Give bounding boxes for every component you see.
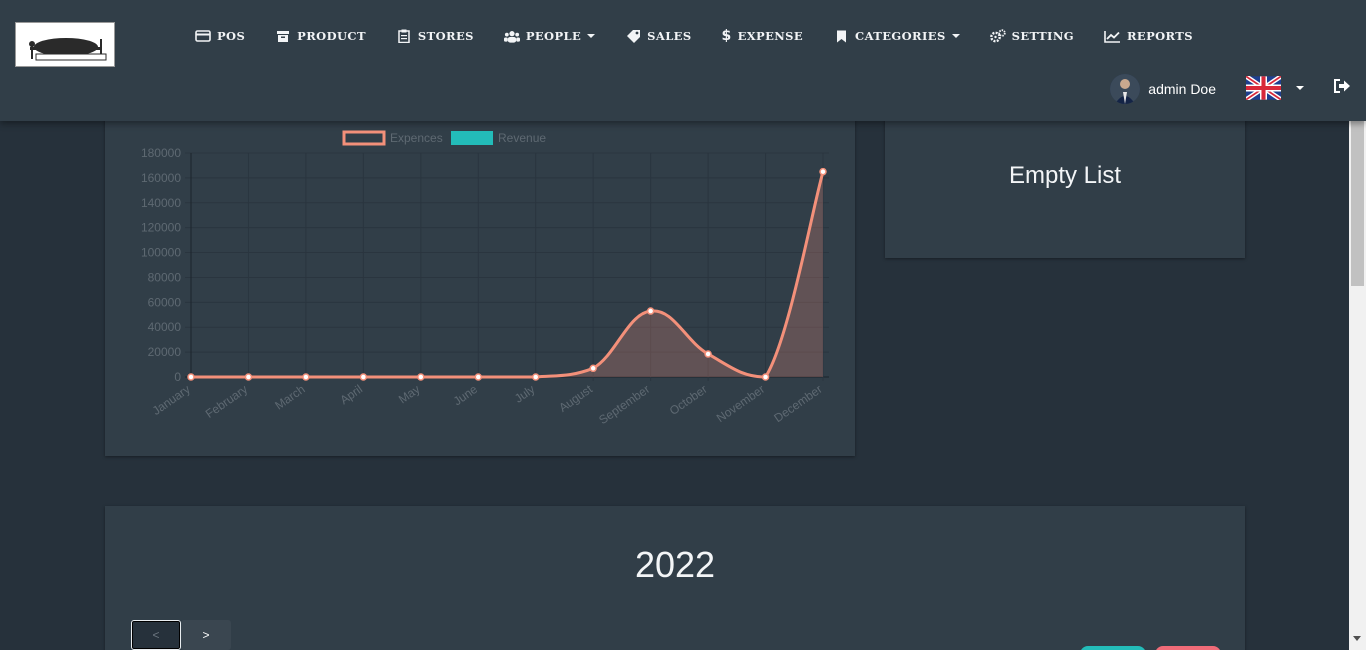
legend-label-revenue: Revenue <box>498 131 546 145</box>
x-tick-label: November <box>714 382 767 425</box>
x-tick-label: June <box>451 382 481 409</box>
tag-icon <box>625 29 641 43</box>
data-point-expences <box>761 373 770 381</box>
nav-sales-label: SALES <box>647 29 692 43</box>
nav-expense[interactable]: $ EXPENSE <box>721 28 804 44</box>
y-tick-label: 60000 <box>148 295 182 309</box>
cogs-icon <box>989 29 1006 43</box>
logout-icon[interactable] <box>1333 78 1351 94</box>
empty-list-text: Empty List <box>1008 162 1122 189</box>
prev-year-button[interactable]: < <box>131 620 181 650</box>
x-tick-label: October <box>667 382 710 418</box>
y-tick-label: 40000 <box>148 320 182 334</box>
data-point-expences <box>646 307 655 315</box>
data-point-expences <box>244 373 253 381</box>
clipboard-icon <box>396 29 412 43</box>
nav-product-label: PRODUCT <box>297 29 366 43</box>
expenses-revenue-chart-card: 0 20000 40000 60000 80000 100000 120000 140000 1… <box>105 100 855 456</box>
nav-sales[interactable]: SALES <box>625 29 691 43</box>
restaurant-logo[interactable] <box>15 22 115 67</box>
nav-categories[interactable]: CATEGORIES <box>833 29 960 43</box>
data-point-expences <box>417 373 425 381</box>
y-tick-label: 140000 <box>141 196 181 210</box>
legend-swatch-expences <box>342 130 386 146</box>
x-tick-label: May <box>396 382 423 406</box>
line-chart-icon <box>1104 29 1121 43</box>
teal-action-button[interactable] <box>1080 646 1146 650</box>
data-point-expences <box>819 167 827 176</box>
x-tick-label: August <box>556 382 595 415</box>
page-scrollbar[interactable] <box>1349 121 1366 650</box>
y-tick-label: 20000 <box>148 345 182 359</box>
data-point-expences <box>531 373 540 381</box>
data-point-expences <box>302 373 310 381</box>
main-menu: POS PRODUCT STORES PEOPLE SALES $ EXPENS… <box>195 26 1223 46</box>
user-menu[interactable]: admin Doe <box>1110 74 1216 104</box>
top-navbar: POS PRODUCT STORES PEOPLE SALES $ EXPENS… <box>0 0 1366 121</box>
nav-product[interactable]: PRODUCT <box>275 29 366 43</box>
legend-label-expences: Expences <box>390 131 443 145</box>
scroll-down-icon[interactable] <box>1353 636 1361 641</box>
nav-stores-label: STORES <box>417 29 474 43</box>
uk-flag-icon[interactable] <box>1244 74 1283 102</box>
bookmark-icon <box>833 29 849 43</box>
data-point-expences <box>359 373 368 381</box>
year-title: 2022 <box>634 544 716 585</box>
nav-expense-label: EXPENSE <box>737 29 804 43</box>
chevron-down-icon[interactable] <box>1296 86 1304 90</box>
nav-pos[interactable]: POS <box>195 29 245 43</box>
nav-categories-label: CATEGORIES <box>855 29 946 43</box>
nav-people-label: PEOPLE <box>525 29 582 43</box>
y-tick-label: 180000 <box>141 146 181 160</box>
dollar-icon: $ <box>721 28 732 44</box>
archive-icon <box>275 29 291 43</box>
nav-reports-label: REPORTS <box>1126 29 1193 43</box>
data-point-expences <box>704 350 712 358</box>
y-tick-label: 160000 <box>141 171 181 185</box>
nav-setting[interactable]: SETTING <box>989 29 1074 43</box>
avatar <box>1110 74 1141 104</box>
year-calendar-card: 2022 < > <box>105 506 1245 650</box>
nav-pos-label: POS <box>217 29 246 43</box>
x-tick-label: July <box>512 382 538 406</box>
chevron-down-icon <box>951 34 960 38</box>
x-tick-label: April <box>337 382 365 407</box>
x-tick-label: September <box>596 382 652 427</box>
legend-swatch-revenue <box>451 131 493 145</box>
nav-reports[interactable]: REPORTS <box>1104 29 1193 43</box>
x-tick-label: December <box>771 382 824 425</box>
restaurant-logo-icon <box>29 38 107 61</box>
nav-people[interactable]: PEOPLE <box>503 29 596 43</box>
x-tick-label: February <box>203 382 250 421</box>
x-tick-label: January <box>150 382 193 418</box>
scrollbar-thumb[interactable] <box>1351 121 1364 286</box>
empty-list-card: Empty List <box>885 100 1245 258</box>
data-point-expences <box>474 373 483 381</box>
y-tick-label: 80000 <box>148 270 182 284</box>
chevron-down-icon <box>587 34 596 38</box>
next-year-button[interactable]: > <box>181 620 231 650</box>
pink-action-button[interactable] <box>1155 646 1221 650</box>
nav-setting-label: SETTING <box>1011 29 1074 43</box>
credit-card-icon <box>195 29 211 43</box>
y-tick-label: 120000 <box>141 221 181 235</box>
data-point-expences <box>187 373 195 381</box>
expenses-revenue-chart: 0 20000 40000 60000 80000 100000 120000 140000 1… <box>141 130 829 427</box>
y-tick-label: 0 <box>174 370 181 384</box>
users-icon <box>503 29 520 43</box>
x-tick-label: March <box>272 382 307 413</box>
nav-stores[interactable]: STORES <box>396 29 474 43</box>
data-point-expences <box>589 364 597 373</box>
y-tick-label: 100000 <box>141 246 181 260</box>
user-name: admin Doe <box>1148 81 1216 97</box>
